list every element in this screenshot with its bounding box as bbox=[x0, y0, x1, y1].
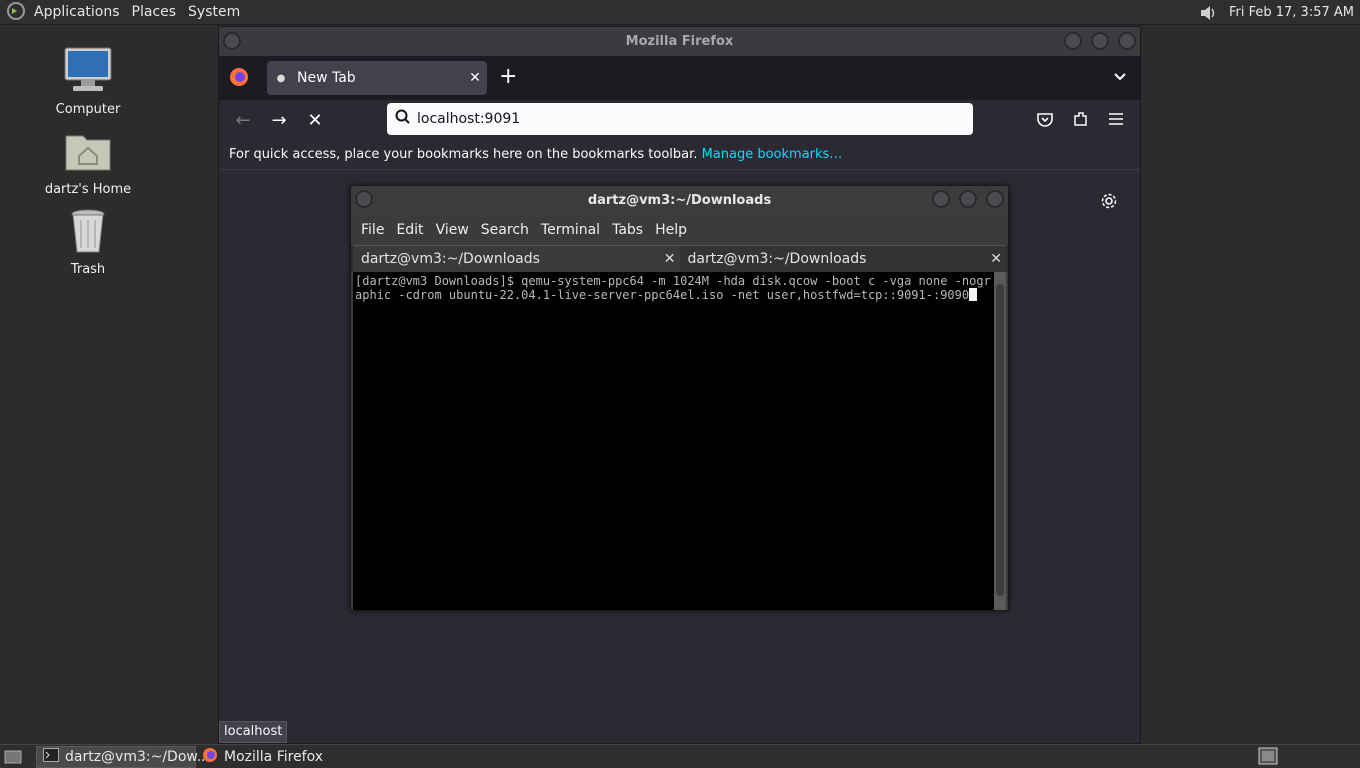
terminal-menubar: File Edit View Search Terminal Tabs Help bbox=[351, 215, 1008, 245]
forward-button[interactable]: → bbox=[267, 108, 291, 132]
workspace-switcher-icon[interactable] bbox=[1258, 746, 1278, 768]
gear-icon[interactable] bbox=[1100, 192, 1118, 214]
menu-places[interactable]: Places bbox=[126, 0, 183, 25]
nav-bar: ← → ✕ bbox=[219, 100, 1140, 140]
desktop-icon-trash[interactable]: Trash bbox=[33, 206, 143, 277]
menu-search[interactable]: Search bbox=[475, 222, 535, 238]
menu-terminal[interactable]: Terminal bbox=[535, 222, 606, 238]
menu-system[interactable]: System bbox=[182, 0, 246, 25]
close-button[interactable] bbox=[1118, 32, 1136, 50]
list-all-tabs-icon[interactable] bbox=[1112, 68, 1128, 88]
maximize-button[interactable] bbox=[1091, 32, 1109, 50]
minimize-button[interactable] bbox=[1064, 32, 1082, 50]
terminal-scrollbar[interactable] bbox=[994, 272, 1006, 610]
bookmarks-toolbar: For quick access, place your bookmarks h… bbox=[219, 140, 1140, 170]
bookmarks-hint: For quick access, place your bookmarks h… bbox=[229, 147, 698, 162]
desktop-icon-computer[interactable]: Computer bbox=[33, 46, 143, 117]
menu-applications[interactable]: Applications bbox=[28, 0, 126, 25]
tab-title: New Tab bbox=[297, 70, 356, 86]
clock[interactable]: Fri Feb 17, 3:57 AM bbox=[1221, 5, 1360, 20]
menu-view[interactable]: View bbox=[430, 222, 475, 238]
stop-button[interactable]: ✕ bbox=[303, 108, 327, 132]
window-title: Mozilla Firefox bbox=[625, 34, 734, 49]
menu-edit[interactable]: Edit bbox=[390, 222, 429, 238]
taskbar-item-firefox[interactable]: Mozilla Firefox bbox=[196, 746, 329, 768]
tab-close-icon[interactable]: ✕ bbox=[463, 70, 487, 86]
menu-help[interactable]: Help bbox=[649, 222, 693, 238]
trash-icon bbox=[63, 209, 113, 260]
terminal-titlebar[interactable]: dartz@vm3:~/Downloads bbox=[351, 186, 1008, 215]
maximize-button[interactable] bbox=[959, 190, 977, 208]
desktop-icon-label: Trash bbox=[70, 262, 106, 277]
terminal-tab-2[interactable]: dartz@vm3:~/Downloads ✕ bbox=[679, 245, 1006, 273]
firefox-view-icon[interactable] bbox=[229, 67, 249, 91]
status-tooltip: localhost bbox=[219, 721, 288, 743]
top-panel: Applications Places System Fri Feb 17, 3… bbox=[0, 0, 1360, 25]
window-menu-button[interactable] bbox=[355, 190, 373, 208]
taskbar-label: Mozilla Firefox bbox=[224, 748, 324, 765]
back-button[interactable]: ← bbox=[231, 108, 255, 132]
app-menu-icon[interactable] bbox=[1108, 111, 1124, 131]
firefox-icon bbox=[202, 747, 218, 767]
firefox-titlebar[interactable]: Mozilla Firefox bbox=[219, 27, 1140, 56]
terminal-output[interactable]: [dartz@vm3 Downloads]$ qemu-system-ppc64… bbox=[353, 272, 994, 610]
tab-bar: ● New Tab ✕ + bbox=[219, 56, 1140, 100]
minimize-button[interactable] bbox=[932, 190, 950, 208]
close-icon[interactable]: ✕ bbox=[664, 246, 676, 273]
terminal-title: dartz@vm3:~/Downloads bbox=[587, 193, 772, 208]
pocket-icon[interactable] bbox=[1036, 111, 1054, 133]
volume-icon[interactable] bbox=[1197, 2, 1221, 24]
tab-new-tab[interactable]: ● New Tab ✕ bbox=[267, 61, 487, 95]
desktop-icon-home[interactable]: dartz's Home bbox=[33, 126, 143, 197]
bottom-panel: dartz@vm3:~/Dow... Mozilla Firefox bbox=[0, 744, 1360, 768]
menu-tabs[interactable]: Tabs bbox=[606, 222, 649, 238]
taskbar-item-terminal[interactable]: dartz@vm3:~/Dow... bbox=[36, 745, 210, 768]
scrollbar-thumb[interactable] bbox=[996, 284, 1004, 596]
terminal-tabs: dartz@vm3:~/Downloads ✕ dartz@vm3:~/Down… bbox=[351, 245, 1008, 272]
new-tab-button[interactable]: + bbox=[499, 64, 517, 89]
computer-icon bbox=[63, 47, 113, 100]
extensions-icon[interactable] bbox=[1072, 110, 1090, 132]
terminal-tab-1[interactable]: dartz@vm3:~/Downloads ✕ bbox=[353, 245, 680, 272]
search-icon bbox=[395, 109, 411, 129]
terminal-tab-label: dartz@vm3:~/Downloads bbox=[687, 251, 867, 267]
taskbar-label: dartz@vm3:~/Dow... bbox=[65, 748, 210, 765]
show-desktop-icon[interactable] bbox=[0, 746, 26, 768]
terminal-text: [dartz@vm3 Downloads]$ qemu-system-ppc64… bbox=[355, 274, 991, 302]
top-menu: Applications Places System bbox=[0, 0, 246, 25]
home-folder-icon bbox=[63, 135, 113, 180]
tab-loading-icon: ● bbox=[276, 72, 286, 84]
close-button[interactable] bbox=[986, 190, 1004, 208]
distro-logo-icon[interactable] bbox=[6, 1, 28, 23]
terminal-icon bbox=[43, 747, 59, 766]
terminal-window: dartz@vm3:~/Downloads File Edit View Sea… bbox=[350, 185, 1009, 611]
desktop-icon-label: Computer bbox=[55, 102, 121, 117]
terminal-cursor bbox=[969, 288, 978, 301]
manage-bookmarks-link[interactable]: Manage bookmarks… bbox=[702, 147, 843, 162]
desktop-icon-label: dartz's Home bbox=[44, 182, 132, 197]
terminal-tab-label: dartz@vm3:~/Downloads bbox=[361, 251, 540, 267]
menu-file[interactable]: File bbox=[355, 222, 390, 238]
window-menu-button[interactable] bbox=[223, 32, 241, 50]
url-input[interactable] bbox=[411, 111, 973, 127]
close-icon[interactable]: ✕ bbox=[990, 246, 1002, 273]
url-bar[interactable] bbox=[387, 103, 973, 135]
